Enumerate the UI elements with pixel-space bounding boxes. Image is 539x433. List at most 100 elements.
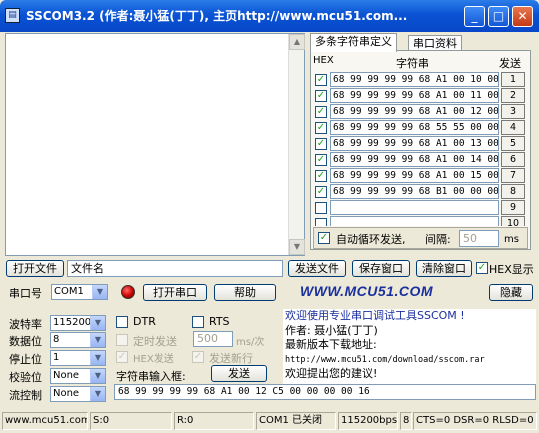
baud-label: 波特率 [9, 318, 42, 331]
send-column-header: 发送 [499, 57, 521, 70]
send-button-1[interactable]: 1 [501, 72, 525, 87]
baud-select[interactable]: 115200 ▼ [50, 315, 106, 331]
scroll-down-icon[interactable]: ▼ [289, 239, 305, 255]
file-name-input[interactable]: 文件名 [67, 260, 283, 277]
loop-send-bar: ✓ 自动循环发送, 间隔: 50 ms [313, 227, 528, 249]
string-field[interactable]: 68 99 99 99 99 68 B1 00 00 00 [330, 184, 499, 199]
flow-control-value: None [53, 388, 80, 399]
hide-button[interactable]: 隐藏 [489, 284, 533, 301]
string-field[interactable] [330, 200, 499, 215]
stop-bits-value: 1 [53, 352, 60, 363]
hex-send-label: HEX发送 [133, 354, 174, 365]
string-field[interactable]: 68 99 99 99 99 68 A1 00 12 00 [330, 104, 499, 119]
minimize-button[interactable]: _ [464, 6, 485, 27]
stop-bits-select[interactable]: 1 ▼ [50, 350, 106, 366]
chevron-down-icon[interactable]: ▼ [90, 333, 105, 347]
brand-logo: WWW.MCU51.COM [300, 283, 433, 299]
list-item: ✓ 68 99 99 99 99 68 A1 00 15 00 7 [315, 168, 527, 184]
send-newline-label: 发送新行 [209, 352, 253, 365]
hex-checkbox[interactable]: ✓ [315, 154, 327, 166]
string-input[interactable]: 68 99 99 99 99 68 A1 00 12 C5 00 00 00 0… [114, 384, 536, 400]
string-field[interactable]: 68 99 99 99 99 68 A1 00 10 00 [330, 72, 499, 87]
chevron-down-icon[interactable]: ▼ [90, 369, 105, 383]
hex-checkbox[interactable] [315, 218, 327, 226]
send-button-6[interactable]: 6 [501, 152, 525, 167]
dtr-checkbox[interactable] [116, 316, 128, 328]
status-site[interactable]: www.mcu51.com [2, 412, 88, 430]
send-button-4[interactable]: 4 [501, 120, 525, 135]
hex-send-checkbox[interactable]: ✓ [116, 351, 128, 363]
title-bar: ▤ SSCOM3.2 (作者:聂小猛(丁丁), 主页http://www.mcu… [0, 0, 539, 32]
chevron-down-icon[interactable]: ▼ [90, 316, 105, 330]
hex-display-checkbox[interactable]: ✓ [476, 262, 488, 274]
port-select[interactable]: COM1 ▼ [51, 284, 108, 300]
string-field[interactable] [330, 216, 499, 226]
status-bar: www.mcu51.com S:0 R:0 COM1 已关闭 115200bps… [0, 411, 539, 433]
app-icon: ▤ [5, 8, 20, 23]
string-field[interactable]: 68 99 99 99 99 68 A1 00 15 00 [330, 168, 499, 183]
string-field[interactable]: 68 99 99 99 99 68 A1 00 13 00 [330, 136, 499, 151]
tab-multi-string[interactable]: 多条字符串定义 [310, 33, 397, 52]
close-button[interactable]: ✕ [512, 6, 533, 27]
timed-unit: ms/次 [236, 337, 265, 348]
hex-checkbox[interactable]: ✓ [315, 170, 327, 182]
send-button[interactable]: 发送 [211, 365, 267, 382]
maximize-button[interactable]: □ [488, 6, 509, 27]
port-value: COM1 [54, 286, 84, 297]
hex-checkbox[interactable]: ✓ [315, 138, 327, 150]
receive-area[interactable]: ▲ ▼ [5, 33, 305, 256]
send-button-3[interactable]: 3 [501, 104, 525, 119]
send-button-7[interactable]: 7 [501, 168, 525, 183]
send-button-5[interactable]: 5 [501, 136, 525, 151]
string-field[interactable]: 68 99 99 99 99 68 A1 00 14 00 [330, 152, 499, 167]
help-button[interactable]: 帮助 [214, 284, 276, 301]
clear-window-button[interactable]: 清除窗口 [416, 260, 472, 277]
string-field[interactable]: 68 99 99 99 99 68 A1 00 11 00 [330, 88, 499, 103]
hex-checkbox[interactable] [315, 202, 327, 214]
send-newline-checkbox[interactable]: ✓ [192, 351, 204, 363]
info-download-url[interactable]: http://www.mcu51.com/download/sscom.rar [285, 353, 536, 368]
input-label: 字符串输入框: [116, 370, 186, 383]
send-button-8[interactable]: 8 [501, 184, 525, 199]
multi-string-panel: HEX 字符串 发送 ✓ 68 99 99 99 99 68 A1 00 10 … [310, 50, 531, 250]
info-welcome: 欢迎使用专业串口调试工具SSCOM ! [285, 309, 465, 322]
list-item: ✓ 68 99 99 99 99 68 B1 00 00 00 8 [315, 184, 527, 200]
send-file-button[interactable]: 发送文件 [288, 260, 346, 277]
interval-input[interactable]: 50 [459, 230, 499, 247]
open-file-button[interactable]: 打开文件 [6, 260, 64, 277]
dtr-label: DTR [133, 315, 156, 328]
hex-checkbox[interactable]: ✓ [315, 90, 327, 102]
list-item: ✓ 68 99 99 99 99 68 A1 00 12 00 3 [315, 104, 527, 120]
window-title: SSCOM3.2 (作者:聂小猛(丁丁), 主页http://www.mcu51… [26, 9, 408, 23]
send-button-10[interactable]: 10 [501, 216, 525, 226]
data-bits-select[interactable]: 8 ▼ [50, 332, 106, 348]
info-download-label: 最新版本下载地址: [285, 338, 377, 351]
flow-control-select[interactable]: None ▼ [50, 386, 106, 402]
send-button-2[interactable]: 2 [501, 88, 525, 103]
rts-checkbox[interactable] [192, 316, 204, 328]
save-window-button[interactable]: 保存窗口 [352, 260, 410, 277]
stop-bits-label: 停止位 [9, 353, 42, 366]
list-item: ✓ 68 99 99 99 99 68 A1 00 14 00 6 [315, 152, 527, 168]
parity-select[interactable]: None ▼ [50, 368, 106, 384]
scroll-up-icon[interactable]: ▲ [289, 34, 305, 50]
info-area: 欢迎使用专业串口调试工具SSCOM ! 作者: 聂小猛(丁丁) 最新版本下载地址… [283, 309, 536, 384]
timed-send-checkbox[interactable] [116, 334, 128, 346]
hex-checkbox[interactable]: ✓ [315, 186, 327, 198]
tab-port-info[interactable]: 串口资料 [408, 35, 462, 51]
chevron-down-icon[interactable]: ▼ [90, 351, 105, 365]
hex-checkbox[interactable]: ✓ [315, 74, 327, 86]
receive-scrollbar[interactable]: ▲ ▼ [288, 34, 305, 255]
hex-checkbox[interactable]: ✓ [315, 106, 327, 118]
hex-checkbox[interactable]: ✓ [315, 122, 327, 134]
timed-interval-input[interactable]: 500 [193, 331, 233, 347]
loop-send-checkbox[interactable]: ✓ [318, 232, 330, 244]
data-bits-label: 数据位 [9, 335, 42, 348]
status-data-bits: 8 [400, 412, 412, 430]
chevron-down-icon[interactable]: ▼ [92, 285, 107, 299]
chevron-down-icon[interactable]: ▼ [90, 387, 105, 401]
send-button-9[interactable]: 9 [501, 200, 525, 215]
string-field[interactable]: 68 99 99 99 99 68 55 55 00 00 [330, 120, 499, 135]
parity-value: None [53, 370, 80, 381]
open-port-button[interactable]: 打开串口 [143, 284, 207, 301]
